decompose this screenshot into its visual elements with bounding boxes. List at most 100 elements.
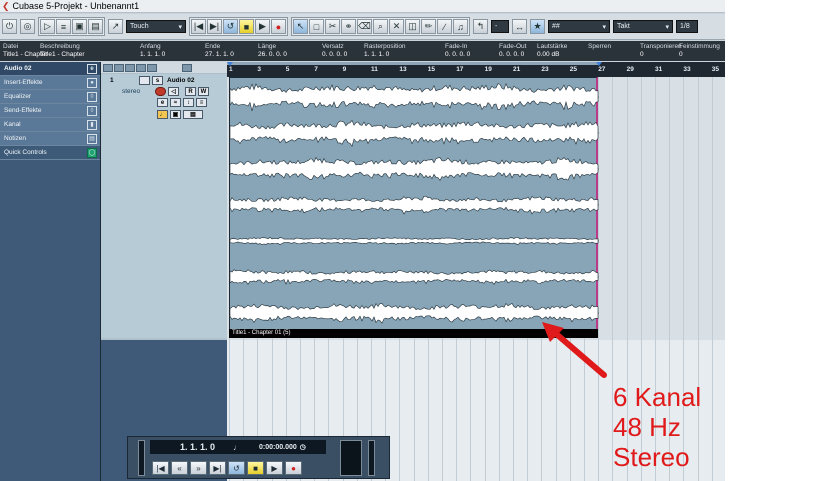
goto-start-button[interactable]: |◀ — [191, 19, 206, 34]
infoline-value[interactable]: 27. 1. 1. 0 — [205, 51, 234, 59]
infoline-value[interactable]: 0. 0. 0. 0 — [445, 51, 470, 59]
track-list-button[interactable] — [147, 63, 157, 72]
audio-track[interactable]: 1 m s Audio 02 stereo ◁ R W e ≈ ↕ ≡ ♩ ▣ … — [101, 74, 228, 338]
infoline-value[interactable]: 0. 0. 0. 0 — [499, 51, 526, 59]
automation-mode-select[interactable]: Touch ▾ — [126, 20, 186, 33]
stop-button[interactable]: ■ — [247, 461, 264, 475]
track-list-button[interactable] — [125, 63, 135, 72]
infoline-field[interactable]: Lautstärke 0.00 dB — [537, 43, 567, 59]
erase-tool-icon[interactable]: ⌫ — [357, 19, 372, 34]
freeze-icon[interactable]: ≡ — [196, 98, 207, 107]
range-tool-icon[interactable]: □ — [309, 19, 324, 34]
rewind-button[interactable]: « — [171, 461, 188, 475]
inspector-section[interactable]: Send-Effekte ◊ — [0, 104, 100, 118]
notes-icon[interactable]: ▤ — [87, 133, 97, 144]
line-tool-icon[interactable]: ∕ — [437, 19, 452, 34]
forward-button[interactable]: » — [190, 461, 207, 475]
grid-quantize-select[interactable]: ## ▾ — [548, 20, 610, 33]
infoline-value[interactable]: Title1 - Chapter — [40, 51, 85, 59]
event-display[interactable]: Title1 - Chapter 01 (5) — [227, 77, 725, 340]
constrain-delay-button[interactable]: ◎ — [20, 19, 35, 34]
inspector-section[interactable]: Insert-Effekte ● — [0, 76, 100, 90]
draw-tool-icon[interactable]: ✏ — [421, 19, 436, 34]
eq-icon[interactable]: ◊ — [87, 91, 97, 102]
infoline-value[interactable]: 0.00 dB — [537, 51, 567, 59]
record-button[interactable]: ● — [271, 19, 286, 34]
time-warp-tool-icon[interactable]: ◫ — [405, 19, 420, 34]
show-overview-button[interactable]: ▣ — [72, 19, 87, 34]
play-tool-icon[interactable]: ♫ — [453, 19, 468, 34]
audio-event[interactable] — [229, 77, 599, 337]
infoline-field[interactable]: Beschreibung Title1 - Chapter — [40, 43, 85, 59]
infoline-field[interactable]: Fade-Out 0. 0. 0. 0 — [499, 43, 526, 59]
automation-mode-icon[interactable]: ↗ — [108, 19, 123, 34]
snap-zero-icon[interactable]: ★ — [530, 19, 545, 34]
play-button[interactable]: ▶ — [266, 461, 283, 475]
record-enable-button[interactable] — [155, 87, 166, 96]
show-pool-button[interactable]: ▤ — [88, 19, 103, 34]
timebase-icon[interactable]: ♩ — [157, 110, 168, 119]
inspector-section[interactable]: Kanal ▮ — [0, 118, 100, 132]
snap-icon[interactable]: ↔ — [512, 19, 527, 34]
goto-end-button[interactable]: ▶| — [209, 461, 226, 475]
activate-project-button[interactable]: ⏻ — [2, 19, 17, 34]
insert-icon[interactable]: ● — [87, 77, 97, 88]
track-color-button[interactable] — [182, 63, 192, 72]
mute-tool-icon[interactable]: ✕ — [389, 19, 404, 34]
edit-channel-icon[interactable]: e — [87, 63, 97, 74]
infoline-field[interactable]: Rasterposition 1. 1. 1. 0 — [364, 43, 406, 59]
infoline-field[interactable]: Ende 27. 1. 1. 0 — [205, 43, 234, 59]
inspector-track-header[interactable]: Audio 02 e — [0, 62, 100, 76]
inspector-section[interactable]: Quick Controls ◯ — [0, 146, 100, 160]
lock-track-icon[interactable]: ▣ — [170, 110, 181, 119]
stop-button[interactable]: ■ — [239, 19, 254, 34]
infoline-value[interactable]: 1. 1. 1. 0 — [140, 51, 165, 59]
snap-type-select[interactable]: - — [491, 20, 509, 33]
infoline-value[interactable]: 1. 1. 1. 0 — [364, 51, 406, 59]
input-fader[interactable] — [138, 440, 145, 476]
solo-button[interactable]: s — [152, 76, 163, 85]
autoscroll-icon[interactable]: ↰ — [473, 19, 488, 34]
track-view-icon[interactable]: ▤ — [183, 110, 203, 119]
inspector-section[interactable]: Equalizer ◊ — [0, 90, 100, 104]
quick-controls-icon[interactable]: ◯ — [87, 147, 97, 158]
output-fader[interactable] — [368, 440, 375, 476]
infoline-field[interactable]: Anfang 1. 1. 1. 0 — [140, 43, 165, 59]
goto-start-button[interactable]: |◀ — [152, 461, 169, 475]
infoline-value[interactable]: 0 — [679, 51, 720, 59]
send-icon[interactable]: ◊ — [87, 105, 97, 116]
show-inspector-button[interactable]: ▷ — [40, 19, 55, 34]
infoline-field[interactable]: Versatz 0. 0. 0. 0 — [322, 43, 347, 59]
infoline-value[interactable]: 0 — [640, 51, 682, 59]
channel-icon[interactable]: ▮ — [87, 119, 97, 130]
cycle-range[interactable] — [227, 62, 599, 65]
show-infoline-button[interactable]: ≡ — [56, 19, 71, 34]
inspector-section[interactable]: Notizen ▤ — [0, 132, 100, 146]
quantize-value-select[interactable]: 1/8 — [676, 20, 698, 33]
edit-channel-icon[interactable]: e — [157, 98, 168, 107]
cycle-button[interactable]: ↺ — [228, 461, 245, 475]
monitor-button[interactable]: ◁ — [168, 87, 179, 96]
pointer-tool-icon[interactable]: ↖ — [293, 19, 308, 34]
track-list-button[interactable] — [136, 63, 146, 72]
glue-tool-icon[interactable]: ⚭ — [341, 19, 356, 34]
infoline-value[interactable]: 0. 0. 0. 0 — [322, 51, 347, 59]
infoline-field[interactable]: Transponieren 0 — [640, 43, 682, 59]
lanes-icon[interactable]: ↕ — [183, 98, 194, 107]
lock-icon[interactable]: ≈ — [170, 98, 181, 107]
ruler[interactable]: 1 3 5 7 9 11 13 15 17 19 21 23 25 27 29 31 33 35 — [227, 62, 725, 77]
zoom-tool-icon[interactable]: ⌕ — [373, 19, 388, 34]
grid-type-select[interactable]: Takt ▾ — [613, 20, 673, 33]
split-tool-icon[interactable]: ✂ — [325, 19, 340, 34]
record-button[interactable]: ● — [285, 461, 302, 475]
read-automation-button[interactable]: R — [185, 87, 196, 96]
track-list-button[interactable] — [114, 63, 124, 72]
infoline-field[interactable]: Fade-In 0. 0. 0. 0 — [445, 43, 470, 59]
infoline-field[interactable]: Länge 26. 0. 0. 0 — [258, 43, 287, 59]
write-automation-button[interactable]: W — [198, 87, 209, 96]
infoline-field[interactable]: Sperren — [588, 43, 611, 51]
play-button[interactable]: ▶ — [255, 19, 270, 34]
cycle-button[interactable]: ↺ — [223, 19, 238, 34]
track-list-button[interactable] — [103, 63, 113, 72]
goto-end-button[interactable]: ▶| — [207, 19, 222, 34]
